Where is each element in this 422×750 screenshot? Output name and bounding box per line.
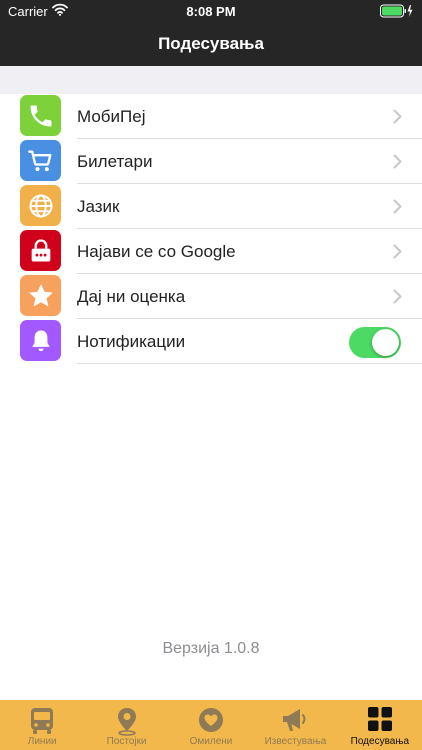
- tab-label: Постојки: [106, 736, 147, 747]
- settings-item-label: Јазик: [77, 197, 120, 216]
- globe-icon: [20, 185, 61, 226]
- phone-icon: [20, 95, 61, 136]
- settings-item-label: Дај ни оценка: [77, 287, 186, 306]
- star-icon: [20, 275, 61, 316]
- battery-icon: [380, 4, 414, 18]
- settings-item-label: Нотификации: [77, 332, 186, 351]
- lock-icon: [20, 230, 61, 271]
- chevron-right-icon: [393, 109, 402, 129]
- chevron-right-icon: [393, 244, 402, 264]
- tab-settings[interactable]: Подесувања: [338, 700, 422, 750]
- tab-stops[interactable]: Постојки: [84, 700, 168, 750]
- tab-lines[interactable]: Линии: [0, 700, 84, 750]
- settings-item-mobipay[interactable]: МобиПеј: [0, 94, 422, 139]
- tab-label: Подесувања: [350, 736, 410, 747]
- chevron-right-icon: [393, 154, 402, 174]
- status-bar: Carrier 8:08 PM: [0, 0, 422, 22]
- settings-item-label: Билетари: [77, 152, 153, 171]
- settings-item-ticket-offices[interactable]: Билетари: [0, 139, 422, 184]
- grid-icon: [367, 706, 393, 737]
- app-version: Верзија 1.0.8: [162, 640, 260, 657]
- bell-icon: [20, 320, 61, 361]
- cart-icon: [20, 140, 61, 181]
- settings-list: МобиПеј Билетари Јазик Најави се со Goog…: [0, 94, 422, 364]
- settings-item-label: Најави се со Google: [77, 242, 236, 261]
- toggle-knob: [372, 329, 399, 356]
- settings-item-google-login[interactable]: Најави се со Google: [0, 229, 422, 274]
- section-spacer: [0, 66, 422, 94]
- settings-item-language[interactable]: Јазик: [0, 184, 422, 229]
- tab-announcements[interactable]: Известувања: [253, 700, 337, 750]
- status-time: 8:08 PM: [186, 4, 236, 19]
- tab-label: Линии: [27, 736, 57, 747]
- settings-item-notifications: Нотификации: [0, 319, 422, 364]
- tab-favorites[interactable]: Омилени: [169, 700, 253, 750]
- chevron-right-icon: [393, 199, 402, 219]
- chevron-right-icon: [393, 289, 402, 309]
- megaphone-icon: [280, 706, 310, 739]
- tab-label: Известувања: [264, 736, 327, 747]
- tab-label: Омилени: [189, 736, 233, 747]
- tab-bar: Линии Постојки Омилени Известувања Подес…: [0, 700, 422, 750]
- row-separator: [77, 363, 422, 364]
- settings-item-rate-us[interactable]: Дај ни оценка: [0, 274, 422, 319]
- settings-item-label: МобиПеј: [77, 107, 146, 126]
- navigation-bar: Carrier 8:08 PM Подесувања: [0, 0, 422, 66]
- heart-icon: [197, 706, 225, 739]
- page-title: Подесувања: [158, 34, 264, 53]
- notifications-toggle[interactable]: [349, 327, 401, 358]
